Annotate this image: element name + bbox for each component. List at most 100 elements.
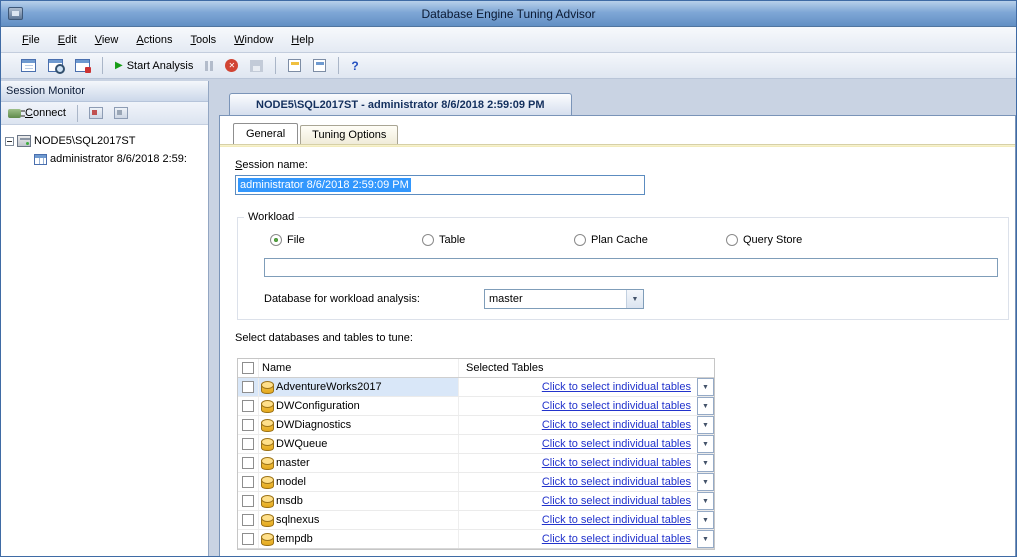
session-name-value: administrator 8/6/2018 2:59:09 PM (238, 178, 411, 192)
tables-dropdown-button[interactable]: ▼ (697, 511, 714, 529)
table-row: model Click to select individual tables … (238, 473, 714, 492)
select-tables-link[interactable]: Click to select individual tables (542, 476, 691, 488)
workload-legend: Workload (244, 211, 298, 223)
select-tables-link[interactable]: Click to select individual tables (542, 514, 691, 526)
radio-query-store[interactable]: Query Store (726, 234, 878, 246)
row-checkbox[interactable] (242, 533, 254, 545)
apply-recommendations-icon (288, 59, 301, 72)
select-tables-link[interactable]: Click to select individual tables (542, 457, 691, 469)
row-checkbox[interactable] (242, 495, 254, 507)
connect-button[interactable]: Connect (4, 104, 70, 122)
tab-general[interactable]: General (233, 123, 298, 144)
chevron-down-icon: ▼ (702, 498, 709, 505)
database-combo[interactable]: master ▼ (484, 289, 644, 309)
select-tables-link[interactable]: Click to select individual tables (542, 400, 691, 412)
row-checkbox[interactable] (242, 457, 254, 469)
tables-dropdown-button[interactable]: ▼ (697, 378, 714, 396)
radio-table-circle[interactable] (422, 234, 434, 246)
select-tables-link[interactable]: Click to select individual tables (542, 419, 691, 431)
session-monitor-title: Session Monitor (6, 85, 85, 97)
tables-dropdown-button[interactable]: ▼ (697, 473, 714, 491)
table-row: DWConfiguration Click to select individu… (238, 397, 714, 416)
stop-analysis-button[interactable]: ✕ (221, 56, 242, 75)
save-button[interactable] (246, 57, 267, 75)
select-tables-link[interactable]: Click to select individual tables (542, 495, 691, 507)
tables-dropdown-button[interactable]: ▼ (697, 416, 714, 434)
radio-file-circle[interactable] (270, 234, 282, 246)
row-checkbox[interactable] (242, 400, 254, 412)
session-monitor-toolbar: Connect (1, 102, 208, 125)
start-analysis-button[interactable]: ▶ Start Analysis (111, 57, 197, 75)
subtab-strip: General Tuning Options (220, 122, 1015, 144)
database-name: DWDiagnostics (276, 419, 351, 431)
tree-node-server[interactable]: NODE5\SQL2017ST (1, 132, 208, 150)
toolbar-separator (102, 57, 103, 74)
session-name-label: Session name: (235, 159, 1015, 171)
apply-recommendations-button[interactable] (284, 56, 305, 75)
menu-actions[interactable]: Actions (127, 29, 181, 51)
pause-analysis-button[interactable] (201, 58, 217, 74)
select-tables-link[interactable]: Click to select individual tables (542, 533, 691, 545)
app-window: Database Engine Tuning Advisor File Edit… (0, 0, 1017, 557)
menu-help[interactable]: Help (282, 29, 323, 51)
delete-session-button[interactable] (110, 104, 132, 122)
table-row: master Click to select individual tables… (238, 454, 714, 473)
document-tab[interactable]: NODE5\SQL2017ST - administrator 8/6/2018… (229, 93, 572, 115)
tables-dropdown-button[interactable]: ▼ (697, 454, 714, 472)
menu-file[interactable]: File (13, 29, 49, 51)
tables-dropdown-button[interactable]: ▼ (697, 492, 714, 510)
session-icon (34, 154, 47, 165)
evaluate-recommendations-button[interactable] (309, 56, 330, 75)
radio-plan-cache[interactable]: Plan Cache (574, 234, 726, 246)
menu-window[interactable]: Window (225, 29, 282, 51)
collapse-icon[interactable] (5, 137, 14, 146)
tables-dropdown-button[interactable]: ▼ (697, 435, 714, 453)
radio-plan-cache-circle[interactable] (574, 234, 586, 246)
pause-icon (205, 61, 213, 71)
column-header-name: Name (258, 359, 458, 377)
chevron-down-icon: ▼ (702, 422, 709, 429)
row-checkbox[interactable] (242, 514, 254, 526)
chevron-down-icon: ▼ (702, 517, 709, 524)
workload-group: Workload File Table (237, 217, 1009, 320)
toolbar-separator (275, 57, 276, 74)
titlebar: Database Engine Tuning Advisor (1, 1, 1016, 27)
tab-tuning-options[interactable]: Tuning Options (300, 125, 398, 144)
select-tables-link[interactable]: Click to select individual tables (542, 381, 691, 393)
tables-dropdown-button[interactable]: ▼ (697, 530, 714, 548)
open-workload-button[interactable] (44, 56, 67, 75)
select-tables-link[interactable]: Click to select individual tables (542, 438, 691, 450)
radio-table[interactable]: Table (422, 234, 574, 246)
radio-query-store-circle[interactable] (726, 234, 738, 246)
disconnect-button[interactable] (85, 104, 107, 122)
document-area: NODE5\SQL2017ST - administrator 8/6/2018… (219, 81, 1016, 556)
database-icon (261, 495, 272, 507)
save-icon (250, 60, 263, 72)
database-icon (261, 438, 272, 450)
tree-node-session[interactable]: administrator 8/6/2018 2:59: (1, 150, 208, 168)
table-row: sqlnexus Click to select individual tabl… (238, 511, 714, 530)
toolbar-separator (77, 105, 78, 122)
workload-file-input[interactable] (264, 258, 998, 277)
databases-table: Name Selected Tables AdventureWorks2017 … (237, 358, 715, 550)
row-checkbox[interactable] (242, 438, 254, 450)
new-session-button[interactable] (17, 56, 40, 75)
menu-tools[interactable]: Tools (181, 29, 225, 51)
connect-label: Connect (25, 107, 66, 119)
radio-file[interactable]: File (270, 234, 422, 246)
help-button[interactable]: ? (347, 56, 362, 76)
chevron-down-icon: ▼ (702, 441, 709, 448)
database-name: DWConfiguration (276, 400, 360, 412)
row-checkbox[interactable] (242, 419, 254, 431)
chevron-down-icon[interactable]: ▼ (626, 290, 643, 308)
main-toolbar: ▶ Start Analysis ✕ ? (1, 53, 1016, 79)
select-all-checkbox[interactable] (242, 362, 254, 374)
tables-dropdown-button[interactable]: ▼ (697, 397, 714, 415)
row-checkbox[interactable] (242, 476, 254, 488)
menu-edit[interactable]: Edit (49, 29, 86, 51)
import-session-button[interactable] (71, 56, 94, 75)
row-checkbox[interactable] (242, 381, 254, 393)
session-name-input[interactable]: administrator 8/6/2018 2:59:09 PM (235, 175, 645, 195)
menu-view[interactable]: View (86, 29, 128, 51)
app-icon (8, 7, 23, 20)
